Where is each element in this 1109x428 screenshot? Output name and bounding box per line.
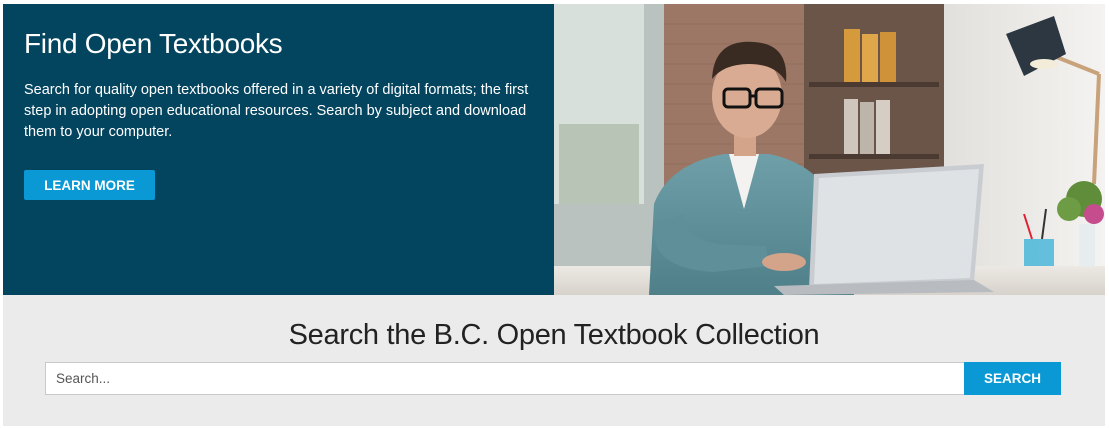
student-laptop-photo-icon [554, 4, 1105, 295]
hero-text-panel: Find Open Textbooks Search for quality o… [3, 4, 554, 295]
page-frame: Find Open Textbooks Search for quality o… [3, 4, 1105, 426]
search-heading: Search the B.C. Open Textbook Collection [288, 319, 820, 351]
learn-more-button[interactable]: LEARN MORE [24, 170, 155, 200]
hero-photo [554, 4, 1105, 295]
search-section: Search the B.C. Open Textbook Collection… [3, 295, 1105, 426]
search-input[interactable] [45, 362, 965, 395]
hero-title: Find Open Textbooks [24, 28, 283, 59]
hero-banner: Find Open Textbooks Search for quality o… [3, 4, 1105, 295]
search-button[interactable]: SEARCH [964, 362, 1061, 395]
hero-description: Search for quality open textbooks offere… [24, 82, 529, 140]
